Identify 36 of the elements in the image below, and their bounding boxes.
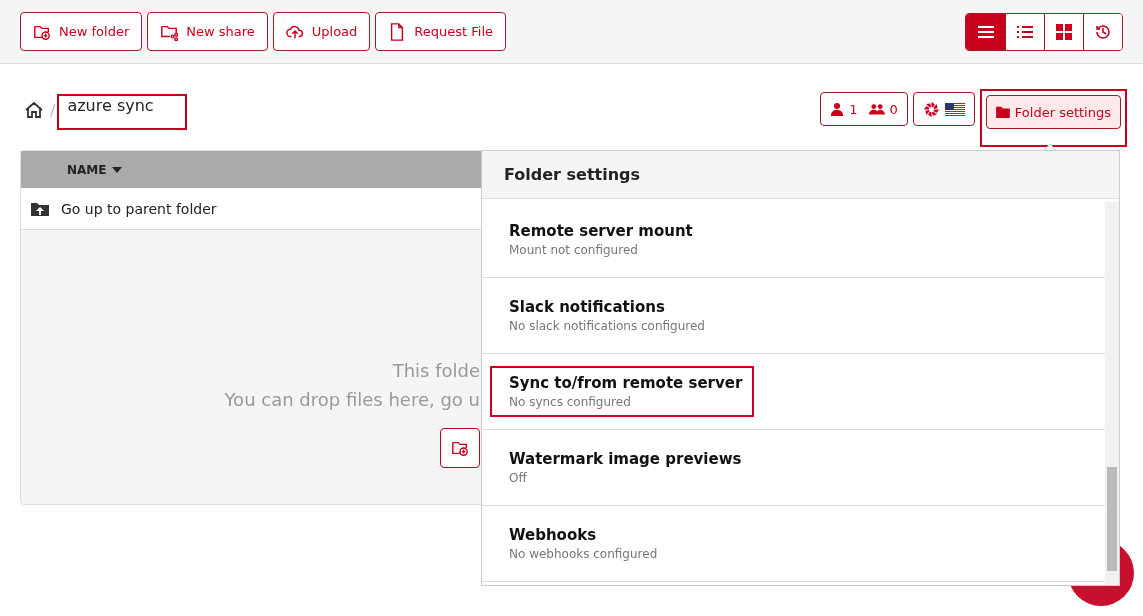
pinwheel-icon	[922, 100, 940, 118]
user-count: 1	[849, 101, 858, 117]
members-button[interactable]: 1 0	[820, 92, 908, 126]
settings-item[interactable]: Watermark image previews Off	[490, 442, 754, 493]
settings-item[interactable]: Remote server mount Mount not configured	[490, 214, 705, 265]
folder-icon	[995, 106, 1010, 118]
settings-item[interactable]: Slack notifications No slack notifications configured	[490, 290, 717, 341]
user-icon	[830, 102, 845, 116]
flag-icon	[944, 102, 965, 116]
home-icon[interactable]	[24, 100, 44, 120]
grid-icon	[1055, 22, 1073, 41]
folder-up-icon	[31, 201, 49, 216]
folder-settings-button[interactable]: Folder settings	[985, 95, 1121, 129]
users-icon	[868, 102, 885, 116]
language-button[interactable]	[912, 92, 975, 126]
view-button[interactable]	[1083, 13, 1122, 50]
empty-message: You can drop files here, go u	[224, 388, 480, 412]
toolbar-button[interactable]: Request File	[375, 12, 507, 51]
settings-item[interactable]: Sync to/from remote server No syncs configured	[490, 366, 755, 417]
toolbar-button[interactable]: Upload	[272, 12, 371, 51]
toolbar-button[interactable]: New share	[147, 12, 268, 51]
view-button[interactable]	[1005, 13, 1044, 50]
toolbar-button[interactable]: New folder	[20, 12, 143, 51]
new-folder-button[interactable]	[440, 428, 480, 468]
breadcrumb-current: azure sync	[57, 94, 188, 130]
settings-item[interactable]: Webhooks No webhooks configured	[490, 518, 670, 569]
view-button[interactable]	[966, 13, 1005, 50]
parent-folder-label: Go up to parent folder	[61, 200, 217, 217]
column-header[interactable]: NAME	[67, 162, 123, 177]
breadcrumb-separator: /	[50, 100, 56, 120]
popover-title: Folder settings	[482, 151, 1119, 199]
group-count: 0	[889, 101, 898, 117]
history-icon	[1094, 22, 1112, 41]
empty-message: This folde	[392, 359, 480, 383]
folder-plus-icon	[451, 439, 469, 457]
view-button[interactable]	[1044, 13, 1083, 50]
